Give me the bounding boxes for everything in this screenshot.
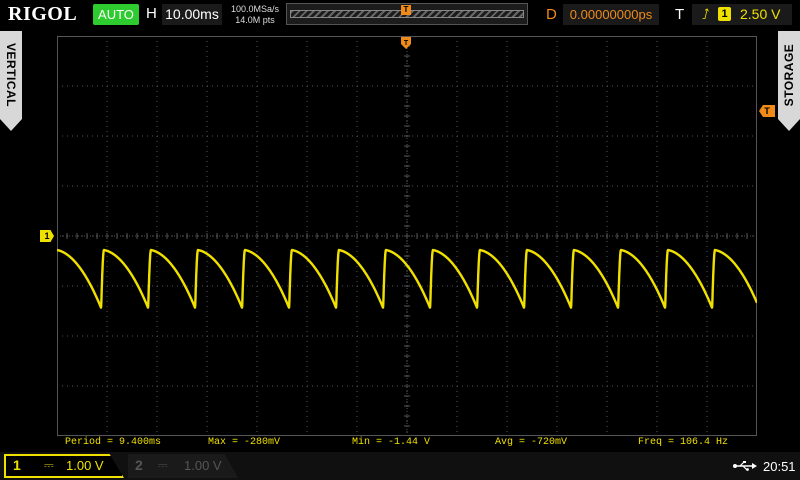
measurement-max[interactable]: Max = -280mV bbox=[208, 437, 280, 448]
vertical-menu-tab[interactable]: VERTICAL bbox=[0, 31, 22, 131]
bottom-status-bar: 1 ⎓ 1.00 V 2 ⎓ 1.00 V 20:51 bbox=[0, 452, 800, 480]
ch1-offset-marker[interactable]: 1 bbox=[40, 230, 54, 242]
memory-depth: 14.0M pts bbox=[235, 15, 275, 25]
horizontal-label: H bbox=[146, 5, 157, 22]
dc-coupling-icon: ⎓ bbox=[44, 458, 54, 472]
storage-menu-tab[interactable]: STORAGE bbox=[778, 31, 800, 131]
waveform-display bbox=[57, 36, 757, 436]
trigger-position-marker[interactable]: T bbox=[401, 37, 411, 51]
ch1-number: 1 bbox=[13, 457, 21, 473]
ch2-scale: 1.00 V bbox=[184, 458, 222, 473]
ch2-number: 2 bbox=[135, 457, 143, 473]
clock: 20:51 bbox=[763, 459, 796, 474]
memory-position-bar[interactable]: T bbox=[286, 3, 528, 25]
trigger-level-value: 2.50 V bbox=[740, 6, 781, 22]
trigger-source-badge: 1 bbox=[718, 7, 731, 21]
delay-value[interactable]: 0.00000000ps bbox=[563, 4, 659, 25]
ch2-indicator[interactable]: 2 ⎓ 1.00 V bbox=[128, 454, 238, 478]
trigger-level-marker[interactable]: T bbox=[759, 105, 775, 117]
measurement-period[interactable]: Period = 9.400ms bbox=[65, 437, 161, 448]
timebase-value[interactable]: 10.00ms bbox=[162, 4, 222, 25]
svg-text:T: T bbox=[404, 40, 409, 47]
graticule bbox=[57, 36, 757, 436]
top-status-bar: RIGOL AUTO H 10.00ms 100.0MSa/s 14.0M pt… bbox=[0, 0, 800, 30]
trigger-label: T bbox=[675, 6, 685, 23]
measurement-avg[interactable]: Avg = -720mV bbox=[495, 437, 567, 448]
measurement-freq[interactable]: Freq = 106.4 Hz bbox=[638, 437, 728, 448]
run-mode-badge[interactable]: AUTO bbox=[93, 4, 139, 25]
storage-tab-label: STORAGE bbox=[782, 43, 796, 107]
sample-rate: 100.0MSa/s bbox=[230, 4, 280, 14]
vertical-tab-label: VERTICAL bbox=[4, 43, 18, 107]
delay-label: D bbox=[546, 6, 557, 23]
ch1-scale: 1.00 V bbox=[66, 458, 104, 473]
acquisition-info: 100.0MSa/s 14.0M pts bbox=[226, 4, 284, 26]
rising-edge-icon: ⭜ bbox=[702, 6, 710, 22]
dc-coupling-icon: ⎓ bbox=[158, 458, 168, 472]
ch1-frame bbox=[4, 454, 124, 478]
measurement-bar: Period = 9.400ms Max = -280mV Min = -1.4… bbox=[57, 437, 757, 451]
ch1-indicator[interactable]: 1 ⎓ 1.00 V bbox=[4, 454, 124, 478]
memory-trigger-marker: T bbox=[401, 5, 411, 15]
usb-icon bbox=[733, 461, 757, 471]
measurement-min[interactable]: Min = -1.44 V bbox=[352, 437, 430, 448]
trigger-settings[interactable]: ⭜ 1 2.50 V bbox=[692, 4, 792, 25]
brand-logo: RIGOL bbox=[8, 3, 78, 25]
